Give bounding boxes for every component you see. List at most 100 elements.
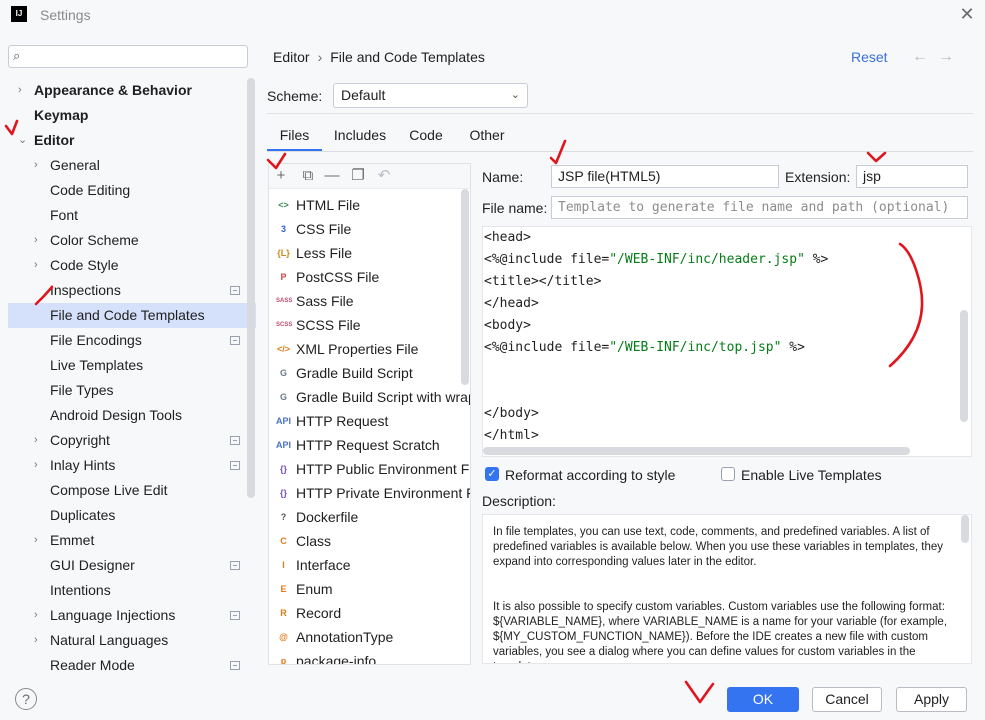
template-list-item[interactable]: @ AnnotationType [269,625,470,649]
sidebar-item[interactable]: Live Templates [8,353,256,378]
template-name: SCSS File [296,317,361,333]
settings-sidebar: ⌕ › Appearance & Behavior Keymap ⌄ Editor › Ge… [0,38,258,682]
chevron-right-icon[interactable]: › [18,78,22,103]
sidebar-scrollbar[interactable] [247,78,255,498]
template-list-item[interactable]: R Record [269,601,470,625]
help-icon[interactable]: ? [15,688,37,710]
editor-horizontal-scrollbar[interactable] [483,447,910,455]
chevron-right-icon[interactable]: › [34,628,38,653]
template-list-item[interactable]: {} HTTP Private Environment F [269,481,470,505]
sidebar-item[interactable]: Compose Live Edit [8,478,256,503]
sidebar-item[interactable]: › Color Scheme [8,228,256,253]
template-list-item[interactable]: <> HTML File [269,193,470,217]
template-list-item[interactable]: C Class [269,529,470,553]
file-type-icon: SCSS [276,322,293,328]
forward-arrow-icon[interactable]: → [938,48,954,66]
editor-vertical-scrollbar[interactable] [960,310,968,422]
template-list-item[interactable]: 3 CSS File [269,217,470,241]
sidebar-item[interactable]: › General [8,153,256,178]
ok-button[interactable]: OK [727,687,799,712]
template-list-item[interactable]: G Gradle Build Script [269,361,470,385]
file-name-input[interactable]: Template to generate file name and path … [551,196,968,219]
apply-button[interactable]: Apply [896,687,967,712]
template-list-item[interactable]: E Enum [269,577,470,601]
close-icon[interactable]: ✕ [958,4,976,24]
template-list-item[interactable]: ? Dockerfile [269,505,470,529]
sidebar-item[interactable]: Intentions [8,578,256,603]
file-type-icon: I [282,560,285,570]
sidebar-item[interactable]: › Language Injections [8,603,256,628]
breadcrumb-editor[interactable]: Editor [273,49,310,65]
template-list-item[interactable]: I Interface [269,553,470,577]
name-input[interactable]: JSP file(HTML5) [551,165,779,188]
sidebar-item[interactable]: › Appearance & Behavior [8,78,256,103]
template-list-item[interactable]: {} HTTP Public Environment Fil [269,457,470,481]
sidebar-item-label: Editor [34,132,75,148]
chevron-right-icon[interactable]: › [34,228,38,253]
sidebar-item[interactable]: › Emmet [8,528,256,553]
scheme-select[interactable]: Default ⌄ [333,83,528,108]
sidebar-item[interactable]: File and Code Templates [8,303,256,328]
live-templates-checkbox[interactable] [721,467,735,481]
sidebar-item[interactable]: GUI Designer [8,553,256,578]
template-list-item[interactable]: G Gradle Build Script with wrap [269,385,470,409]
extension-input[interactable]: jsp [856,165,968,188]
code-text: <title></title> [484,274,602,289]
template-name: PostCSS File [296,269,380,285]
code-string: "/WEB-INF/inc/top.jsp" [609,340,782,355]
sidebar-item[interactable]: › Natural Languages [8,628,256,653]
template-list-item[interactable]: </> XML Properties File [269,337,470,361]
reformat-label[interactable]: Reformat according to style [505,467,675,483]
chevron-right-icon[interactable]: › [34,428,38,453]
sidebar-item[interactable]: Font [8,203,256,228]
live-templates-label[interactable]: Enable Live Templates [741,467,882,483]
settings-search-input[interactable]: ⌕ [8,45,248,68]
template-list-item[interactable]: SASS Sass File [269,289,470,313]
chevron-right-icon[interactable]: › [34,253,38,278]
reset-button[interactable]: Reset [851,49,888,65]
template-list-item[interactable]: P PostCSS File [269,265,470,289]
description-paragraph-2: It is also possible to specify custom va… [493,601,948,663]
copy-icon[interactable]: ❐ [349,167,367,185]
template-list-item[interactable]: API HTTP Request Scratch [269,433,470,457]
chevron-right-icon[interactable]: › [34,528,38,553]
sidebar-item[interactable]: Code Editing [8,178,256,203]
chevron-right-icon[interactable]: › [34,453,38,478]
sidebar-item[interactable]: › Copyright [8,428,256,453]
file-type-icon: 3 [280,224,286,234]
reformat-checkbox[interactable]: ✓ [485,467,499,481]
project-scope-icon [230,611,240,620]
chevron-down-icon[interactable]: ⌄ [18,128,27,153]
chevron-right-icon[interactable]: › [34,153,38,178]
sidebar-item[interactable]: › Code Style [8,253,256,278]
tab-includes[interactable]: Includes [325,122,395,152]
sidebar-item[interactable]: Keymap [8,103,256,128]
template-list-item[interactable]: p package-info [269,649,470,664]
tab-code[interactable]: Code [403,122,449,152]
chevron-right-icon[interactable]: › [34,603,38,628]
back-arrow-icon[interactable]: ← [912,48,928,66]
tab-files[interactable]: Files [267,122,322,152]
description-scrollbar[interactable] [961,515,969,543]
cancel-button[interactable]: Cancel [812,687,882,712]
undo-icon[interactable]: ↶ [375,167,393,185]
sidebar-item[interactable]: Inspections [8,278,256,303]
sidebar-item[interactable]: › Inlay Hints [8,453,256,478]
sidebar-item[interactable]: Android Design Tools [8,403,256,428]
sidebar-item[interactable]: ⌄ Editor [8,128,256,153]
template-list-item[interactable]: SCSS SCSS File [269,313,470,337]
create-child-template-icon[interactable]: ⧉ [299,167,317,185]
tab-other[interactable]: Other [461,122,513,152]
sidebar-item[interactable]: File Types [8,378,256,403]
sidebar-item-label: Code Editing [50,182,131,198]
code-text: %> [804,252,829,267]
template-list-item[interactable]: API HTTP Request [269,409,470,433]
template-list-item[interactable]: {L} Less File [269,241,470,265]
sidebar-item[interactable]: File Encodings [8,328,256,353]
template-list-scrollbar[interactable] [461,189,469,385]
sidebar-item[interactable]: Reader Mode [8,653,256,678]
add-icon[interactable]: + [272,167,290,185]
sidebar-item[interactable]: Duplicates [8,503,256,528]
template-code-editor[interactable]: <head> <%@include file="/WEB-INF/inc/head… [482,226,972,457]
remove-icon[interactable]: — [323,167,341,185]
